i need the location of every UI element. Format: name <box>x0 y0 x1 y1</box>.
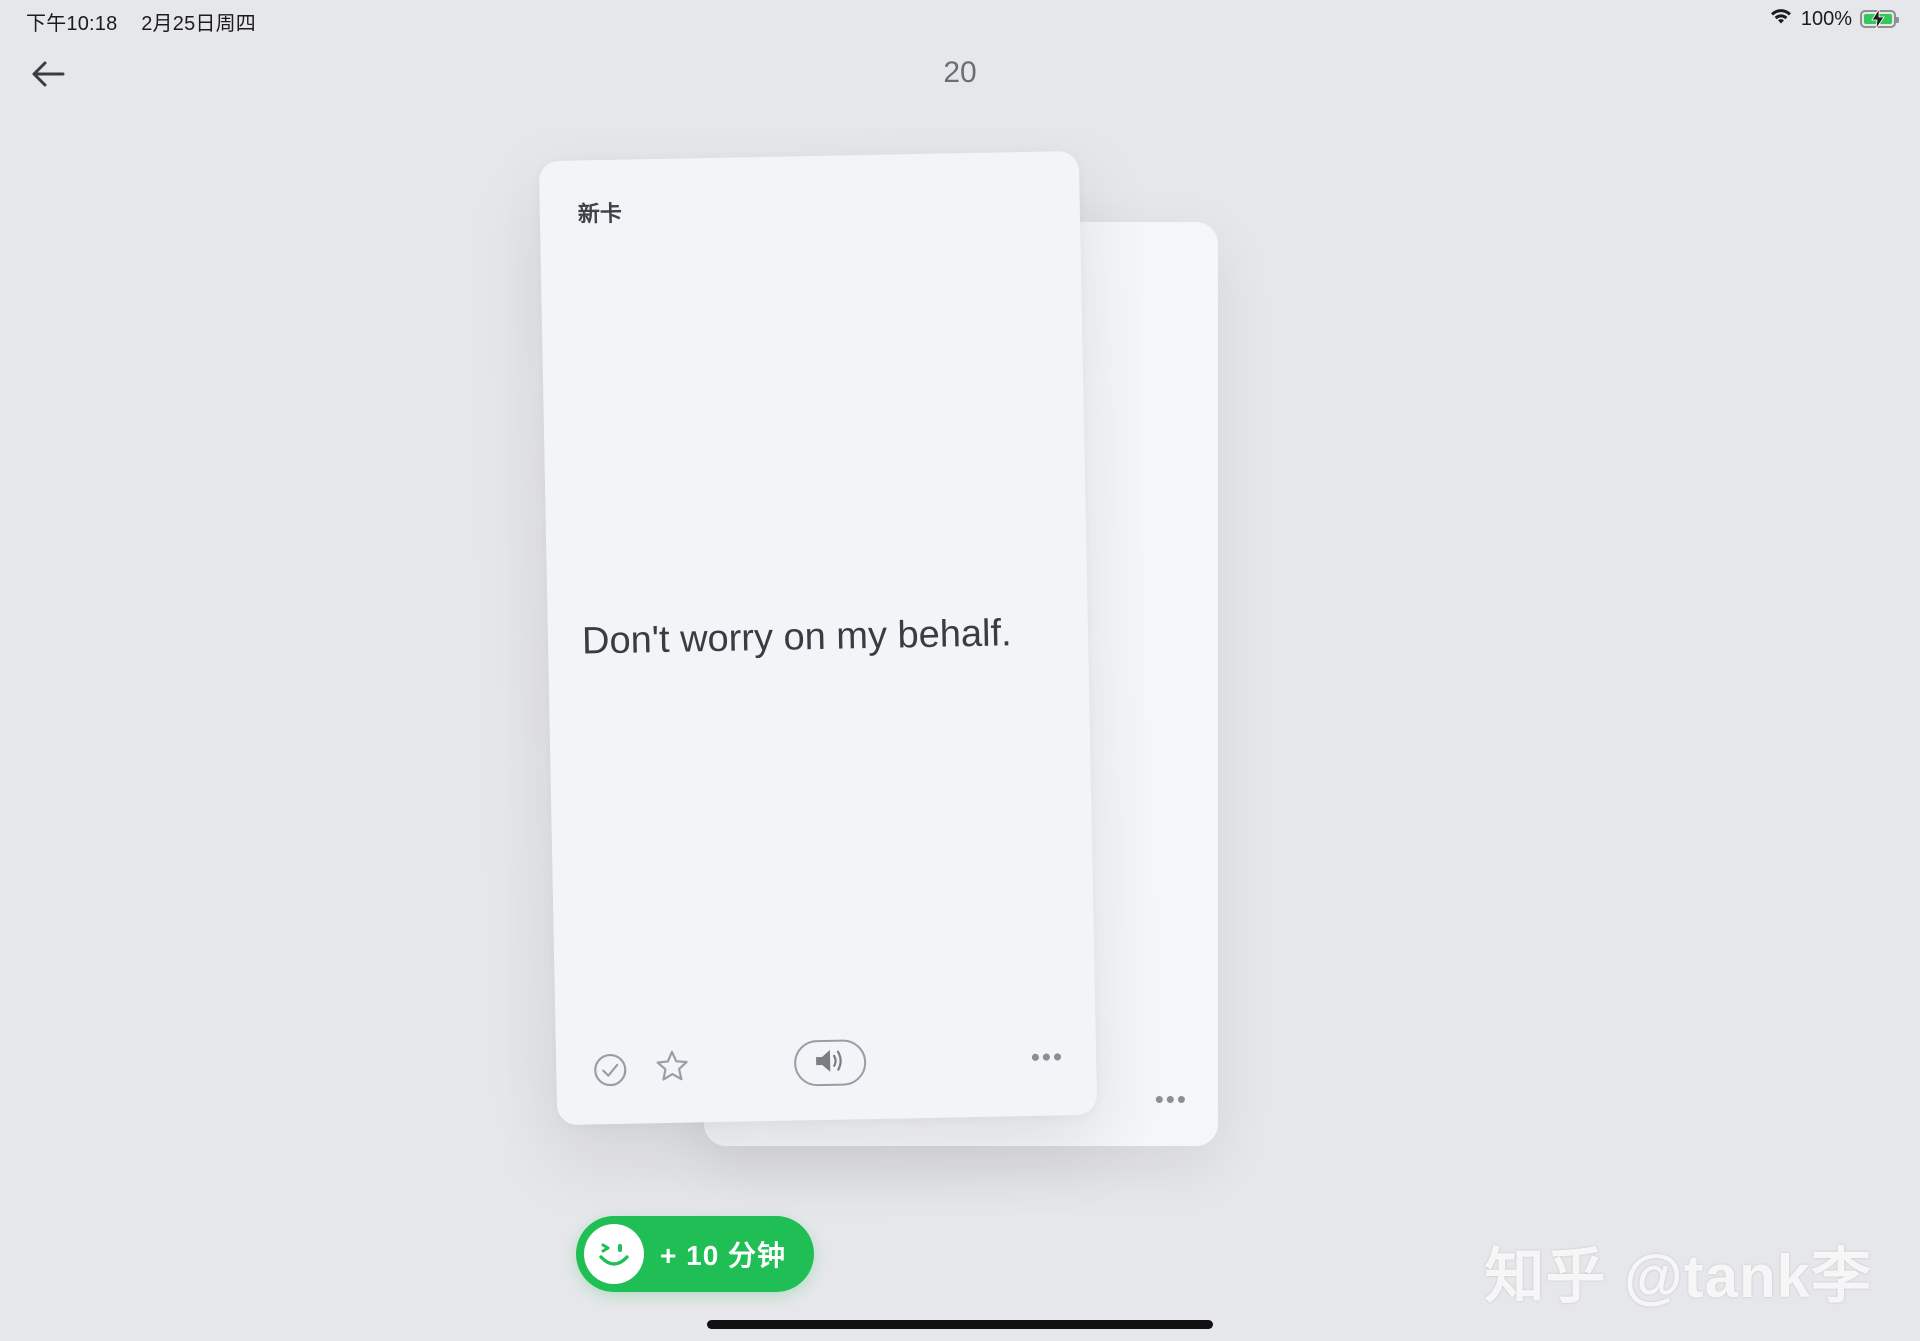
speaker-button[interactable] <box>793 1039 867 1087</box>
star-icon[interactable] <box>652 1046 693 1087</box>
card-sentence: Don't worry on my behalf. <box>581 612 1013 663</box>
more-icon: ••• <box>1154 1084 1188 1114</box>
add-time-button[interactable]: + 10 分钟 <box>576 1216 814 1292</box>
card-tag: 新卡 <box>577 200 623 227</box>
status-bar-left: 下午10:18 2月25日周四 <box>26 7 256 36</box>
status-date: 2月25日周四 <box>141 13 256 35</box>
flashcard[interactable]: 新卡 Don't worry on my behalf. ••• <box>538 150 1098 1126</box>
home-indicator[interactable] <box>707 1320 1213 1329</box>
wifi-icon <box>1769 7 1793 31</box>
status-bar-right: 100% <box>1769 7 1899 31</box>
smile-face-icon <box>584 1224 644 1284</box>
speaker-icon <box>813 1046 848 1080</box>
add-time-label: + 10 分钟 <box>660 1240 787 1271</box>
more-icon[interactable]: ••• <box>1030 1041 1064 1072</box>
watermark: 知乎 @tank李 <box>1484 1243 1872 1310</box>
battery-percent: 100% <box>1800 7 1852 30</box>
card-toolbar: ••• <box>556 1031 1097 1101</box>
card-count: 20 <box>943 56 977 89</box>
battery-charging-icon <box>1860 9 1899 29</box>
check-circle-icon[interactable] <box>590 1050 631 1091</box>
status-time: 下午10:18 <box>26 13 118 35</box>
